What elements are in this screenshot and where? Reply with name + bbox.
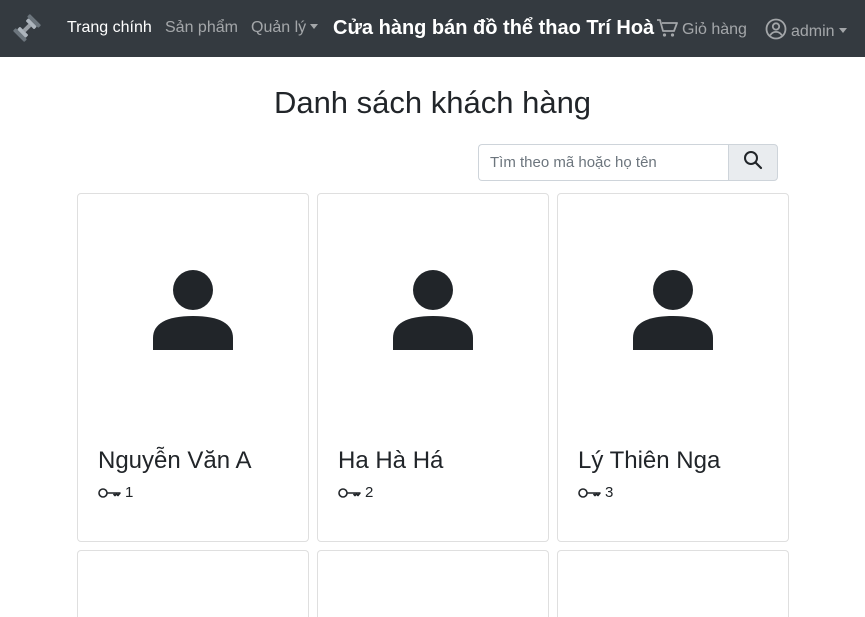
page-title: Danh sách khách hàng [273, 85, 592, 120]
nav-home-link[interactable]: Trang chính [67, 18, 152, 38]
person-icon [632, 270, 714, 350]
search-input[interactable] [478, 144, 729, 181]
nav-products-link[interactable]: Sản phẩm [165, 18, 238, 38]
person-icon [392, 270, 474, 350]
cart-icon [656, 18, 678, 44]
search-icon [743, 150, 763, 175]
key-icon [338, 486, 362, 504]
person-icon [152, 270, 234, 350]
nav-user-label: admin [791, 23, 835, 40]
customer-id-value: 3 [605, 484, 614, 501]
shop-title[interactable]: Cửa hàng bán đồ thể thao Trí Hoà [333, 16, 654, 40]
search-button[interactable] [728, 144, 778, 181]
dumbbell-icon[interactable] [10, 11, 44, 45]
nav-cart-link[interactable]: Giỏ hàng [656, 18, 747, 44]
key-icon [578, 486, 602, 504]
chevron-down-icon [310, 24, 319, 29]
nav-manage-label: Quản lý [251, 19, 307, 36]
customer-name: Lý Thiên Nga [578, 447, 721, 474]
customer-card[interactable]: Nguyễn Văn A 1 [77, 193, 309, 542]
nav-user-dropdown[interactable]: admin [765, 18, 847, 46]
customer-card[interactable] [557, 550, 789, 617]
customer-card[interactable] [77, 550, 309, 617]
customer-name: Ha Hà Há [338, 447, 444, 474]
customer-id: 2 [338, 484, 373, 504]
customer-id: 1 [98, 484, 133, 504]
nav-manage-dropdown[interactable]: Quản lý [251, 18, 319, 38]
customer-id-value: 2 [365, 484, 374, 501]
customer-card[interactable] [317, 550, 549, 617]
customer-name: Nguyễn Văn A [98, 447, 252, 474]
chevron-down-icon [838, 28, 847, 33]
key-icon [98, 486, 122, 504]
user-circle-icon [765, 18, 787, 46]
navbar: Trang chính Sản phẩm Quản lý Cửa hàng bá… [0, 0, 865, 57]
customer-id: 3 [578, 484, 613, 504]
search-group [478, 144, 778, 181]
customer-id-value: 1 [125, 484, 134, 501]
customer-card[interactable]: Ha Hà Há 2 [317, 193, 549, 542]
nav-cart-label: Giỏ hàng [682, 21, 747, 38]
customer-card[interactable]: Lý Thiên Nga 3 [557, 193, 789, 542]
